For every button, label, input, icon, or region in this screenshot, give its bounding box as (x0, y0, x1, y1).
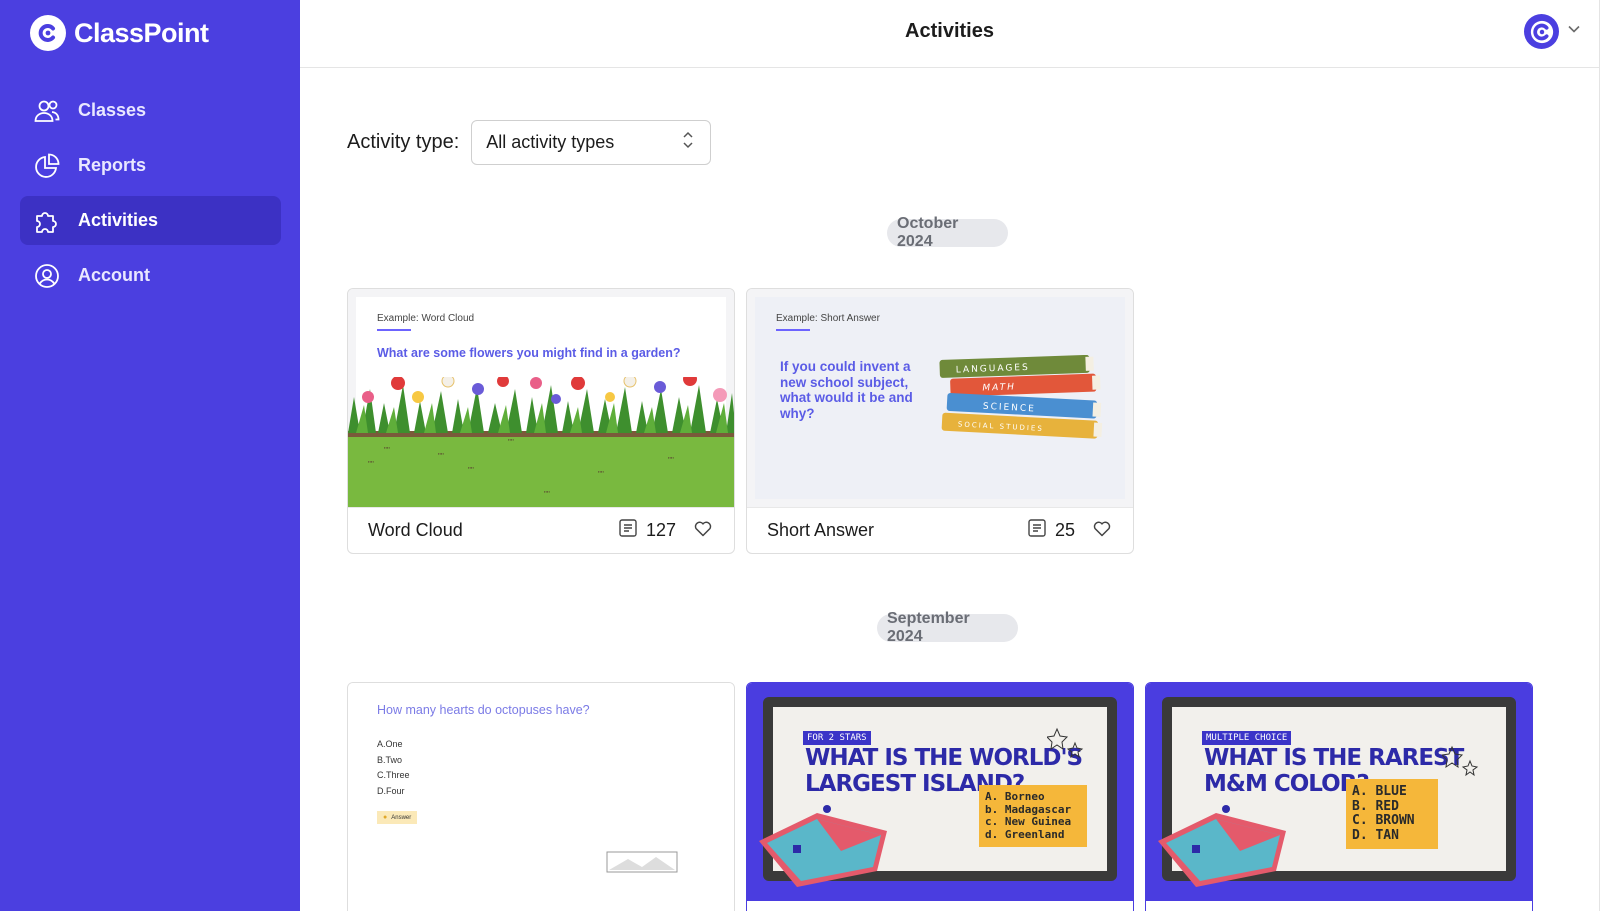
slide-caption: Example: Short Answer (776, 313, 880, 324)
slide-question: If you could invent a new school subject… (780, 359, 913, 421)
slide-question: How many hearts do octopuses have? (377, 703, 590, 717)
poster-answers: A. BLUE B. RED C. BROWN D. TAN (1346, 779, 1438, 849)
option: C.Three (377, 770, 410, 780)
card-title: Word Cloud (368, 520, 463, 540)
card-footer: Word Cloud 127 (348, 507, 734, 553)
answer-options: A.One B.Two C.Three D.Four (377, 737, 410, 799)
filter-label: Activity type: (347, 131, 460, 153)
poster-answer: c. New Guinea (985, 815, 1072, 828)
trophy-icon: ● (383, 814, 388, 821)
response-count: 25 (1027, 518, 1075, 543)
count-value: 25 (1054, 520, 1075, 540)
profile-menu[interactable] (1524, 14, 1581, 49)
slide-question: What are some flowers you might find in … (377, 346, 681, 360)
poster-answer: B. RED (1352, 798, 1399, 814)
activity-card-largest-island[interactable]: FOR 2 STARS WHAT IS THE WORLD'S LARGEST … (746, 682, 1134, 911)
stars-doodle-icon (1442, 745, 1479, 777)
sidebar-item-label: Classes (78, 100, 147, 120)
card-footer: Short Answer 25 (747, 507, 1133, 553)
poster-title-line: WHAT IS THE RAREST (1204, 745, 1464, 771)
page-title: Activities (905, 20, 994, 42)
activity-card-word-cloud[interactable]: Example: Word Cloud What are some flower… (347, 288, 735, 554)
garden-illustration: "'' "'' "'' "'' "'' "'' "'' "'' (348, 377, 734, 507)
answer-badge: ● Answer (377, 811, 418, 824)
option: B.Two (377, 754, 403, 765)
sidebar-item-label: Activities (78, 210, 159, 230)
sidebar-item-label: Reports (78, 155, 147, 175)
books-illustration: LANGUAGES MATH SCIENCE SOCIAL STUDIES (939, 355, 1103, 439)
svg-text:"'': "'' (668, 456, 674, 465)
poster-tag: MULTIPLE CHOICE (1202, 731, 1292, 745)
image-placeholder-icon (606, 851, 678, 873)
slide-underline (377, 329, 411, 331)
answer-label: Answer (391, 814, 412, 821)
slide-thumbnail: Example: Word Cloud What are some flower… (348, 289, 734, 507)
select-value: All activity types (486, 132, 615, 152)
topbar: Activities (300, 0, 1599, 68)
favorite-heart-icon[interactable] (1091, 517, 1113, 544)
slide-thumbnail: Example: Short Answer If you could inven… (747, 289, 1133, 507)
app-root: ClassPoint Classes Reports Activities Ac… (0, 0, 1600, 911)
count-value: 127 (645, 520, 676, 540)
avatar (1524, 14, 1559, 49)
slide-thumbnail: FOR 2 STARS WHAT IS THE WORLD'S LARGEST … (747, 683, 1133, 901)
favorite-heart-icon[interactable] (692, 517, 714, 544)
svg-text:"'': "'' (384, 446, 390, 455)
month-pill: September 2024 (877, 610, 1018, 645)
svg-text:"'': "'' (368, 460, 374, 469)
card-title: Short Answer (767, 520, 875, 540)
stars-doodle-icon (1047, 727, 1084, 759)
svg-text:"'': "'' (468, 466, 474, 475)
activity-type-select[interactable]: All activity types (471, 120, 712, 165)
book-label-math: MATH (982, 382, 1016, 393)
sidebar: ClassPoint Classes Reports Activities Ac… (0, 0, 300, 911)
response-count: 127 (618, 518, 676, 543)
activity-card-short-answer[interactable]: Example: Short Answer If you could inven… (746, 288, 1134, 554)
poster-answer: C. BROWN (1352, 813, 1415, 828)
sidebar-item-label: Account (78, 265, 150, 285)
sidebar-item-activities[interactable]: Activities (20, 196, 281, 245)
option: A.One (377, 739, 403, 749)
svg-text:"'': "'' (508, 438, 514, 447)
activity-type-filter: Activity type: All activity types (347, 120, 712, 165)
board-game-illustration (759, 805, 887, 887)
option: D.Four (377, 785, 405, 796)
poster-answer: A. BLUE (1352, 784, 1407, 799)
sidebar-item-reports[interactable]: Reports (20, 141, 281, 190)
user-circle-icon (32, 261, 62, 291)
slide-caption: Example: Word Cloud (377, 313, 475, 324)
activity-card-rarest-mm[interactable]: MULTIPLE CHOICE WHAT IS THE RAREST M&M C… (1145, 682, 1533, 911)
svg-text:"'': "'' (598, 470, 604, 479)
classpoint-logo-icon (30, 15, 66, 51)
sidebar-nav: Classes Reports Activities Account (20, 86, 281, 306)
chevron-down-icon (1567, 22, 1581, 41)
svg-text:"'': "'' (544, 490, 550, 499)
board-game-illustration (1158, 805, 1286, 887)
document-icon (1027, 518, 1047, 543)
logo-text: ClassPoint (74, 17, 209, 48)
sidebar-item-account[interactable]: Account (20, 251, 281, 300)
puzzle-icon (32, 206, 62, 236)
poster-answer: d. Greenland (985, 827, 1065, 841)
activity-card-octopus-quiz[interactable]: How many hearts do octopuses have? A.One… (347, 682, 735, 911)
poster-tag: FOR 2 STARS (803, 731, 871, 745)
sidebar-item-classes[interactable]: Classes (20, 86, 281, 135)
logo[interactable]: ClassPoint (30, 15, 209, 51)
document-icon (618, 518, 638, 543)
slide-underline (776, 329, 810, 331)
poster-answers: A. Borneo b. Madagascar c. New Guinea d.… (979, 785, 1087, 847)
select-arrows-icon (682, 130, 694, 155)
slide-thumbnail: MULTIPLE CHOICE WHAT IS THE RAREST M&M C… (1146, 683, 1532, 901)
svg-text:"'': "'' (438, 452, 444, 461)
poster-answer: D. TAN (1352, 827, 1399, 843)
slide-thumbnail: How many hearts do octopuses have? A.One… (348, 683, 734, 901)
month-pill: October 2024 (887, 215, 1008, 250)
main-panel: Activities Activity type: All activity t… (300, 0, 1600, 911)
users-icon (32, 96, 62, 126)
poster-title-line: WHAT IS THE WORLD'S (805, 745, 1083, 771)
poster-answer: A. Borneo (985, 790, 1045, 803)
pie-chart-icon (32, 151, 62, 181)
